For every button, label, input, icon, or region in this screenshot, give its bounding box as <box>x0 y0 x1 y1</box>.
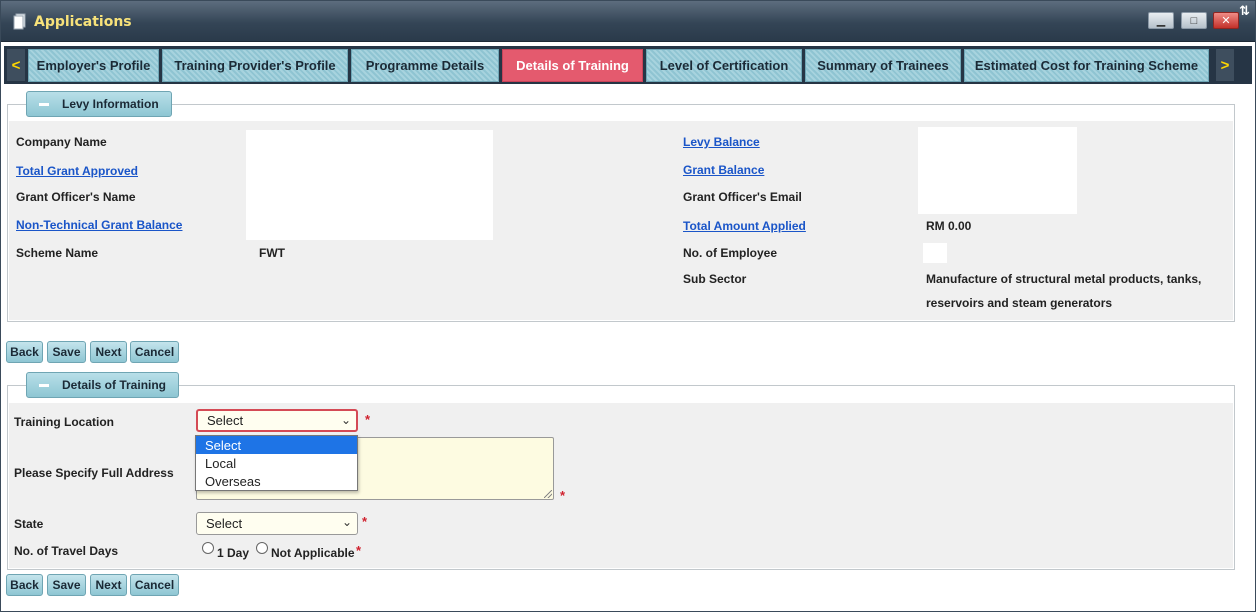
required-marker: * <box>560 488 566 503</box>
option-local[interactable]: Local <box>196 454 357 472</box>
option-overseas[interactable]: Overseas <box>196 472 357 490</box>
sub-sector-value-line1: Manufacture of structural metal products… <box>926 272 1202 286</box>
back-button-bottom[interactable]: Back <box>6 574 43 596</box>
levy-balance-link[interactable]: Levy Balance <box>683 135 760 149</box>
grant-balance-link[interactable]: Grant Balance <box>683 163 764 177</box>
tab-strip: < Employer's Profile Training Provider's… <box>4 46 1252 84</box>
scheme-name-label: Scheme Name <box>16 246 99 260</box>
collapse-icon <box>39 102 49 106</box>
tab-estimated-cost[interactable]: Estimated Cost for Training Scheme <box>964 49 1209 82</box>
tab-scroll-left-button[interactable]: < <box>7 49 25 81</box>
tab-employers-profile[interactable]: Employer's Profile <box>28 49 159 82</box>
maximize-button[interactable]: □ <box>1181 12 1207 29</box>
maximize-icon: □ <box>1190 14 1198 27</box>
details-of-training-legend[interactable]: Details of Training <box>26 372 180 398</box>
scheme-name-value: FWT <box>259 246 285 260</box>
company-info-value-area <box>246 130 493 240</box>
chevron-down-icon: ⌄ <box>341 515 352 529</box>
tab-training-providers-profile[interactable]: Training Provider's Profile <box>162 49 348 82</box>
travel-days-label: No. of Travel Days <box>14 544 119 558</box>
chevron-down-icon: ⌄ <box>340 413 351 427</box>
save-button-bottom[interactable]: Save <box>47 574 86 596</box>
total-amount-applied-link[interactable]: Total Amount Applied <box>683 219 806 233</box>
state-label: State <box>14 517 44 531</box>
resize-arrows-icon[interactable]: ⇅ <box>1239 3 1250 19</box>
next-button-bottom[interactable]: Next <box>90 574 127 596</box>
applications-window: Applications ▁ □ ✕ ⇅ < Employer's Profil… <box>0 0 1256 612</box>
no-of-employee-value <box>923 243 947 263</box>
non-technical-grant-balance-link[interactable]: Non-Technical Grant Balance <box>16 218 182 232</box>
total-amount-applied-value: RM 0.00 <box>926 219 972 233</box>
radio-not-applicable-label[interactable]: Not Applicable <box>271 546 355 560</box>
close-button[interactable]: ✕ <box>1213 12 1239 29</box>
grant-officer-name-label: Grant Officer's Name <box>16 190 136 204</box>
cancel-button-top[interactable]: Cancel <box>130 341 179 363</box>
collapse-icon <box>39 383 49 387</box>
minimize-icon: ▁ <box>1156 15 1166 27</box>
required-marker: * <box>365 412 371 427</box>
training-location-dropdown: Select Local Overseas <box>195 435 358 491</box>
required-marker: * <box>362 514 368 529</box>
cancel-button-bottom[interactable]: Cancel <box>130 574 179 596</box>
tab-details-of-training[interactable]: Details of Training <box>502 49 643 82</box>
state-select[interactable]: Select ⌄ <box>196 512 358 535</box>
resize-grip-icon[interactable] <box>544 490 552 498</box>
no-of-employee-label: No. of Employee <box>683 246 778 260</box>
training-location-select[interactable]: Select ⌄ <box>196 409 358 432</box>
radio-not-applicable[interactable] <box>256 542 268 554</box>
window-title: Applications <box>34 14 132 30</box>
tab-programme-details[interactable]: Programme Details <box>351 49 499 82</box>
next-button-top[interactable]: Next <box>90 341 127 363</box>
sub-sector-label: Sub Sector <box>683 272 747 286</box>
full-address-label: Please Specify Full Address <box>14 466 174 480</box>
application-icon <box>13 13 26 30</box>
sub-sector-value-line2: reservoirs and steam generators <box>926 296 1113 310</box>
balance-info-value-area <box>918 127 1077 214</box>
option-select[interactable]: Select <box>196 436 357 454</box>
company-name-label: Company Name <box>16 135 107 149</box>
tab-summary-of-trainees[interactable]: Summary of Trainees <box>805 49 961 82</box>
required-marker: * <box>356 543 362 558</box>
levy-information-legend[interactable]: Levy Information <box>26 91 172 117</box>
training-location-label: Training Location <box>14 415 115 429</box>
tab-level-of-certification[interactable]: Level of Certification <box>646 49 802 82</box>
radio-1-day-label[interactable]: 1 Day <box>217 546 249 560</box>
title-bar: Applications ▁ □ ✕ ⇅ <box>1 1 1255 42</box>
close-icon: ✕ <box>1221 15 1231 27</box>
tab-scroll-right-button[interactable]: > <box>1216 49 1234 81</box>
minimize-button[interactable]: ▁ <box>1148 12 1174 29</box>
radio-1-day[interactable] <box>202 542 214 554</box>
details-of-training-section <box>7 385 1235 570</box>
grant-officer-email-label: Grant Officer's Email <box>683 190 802 204</box>
save-button-top[interactable]: Save <box>47 341 86 363</box>
total-grant-approved-link[interactable]: Total Grant Approved <box>16 164 138 178</box>
back-button-top[interactable]: Back <box>6 341 43 363</box>
